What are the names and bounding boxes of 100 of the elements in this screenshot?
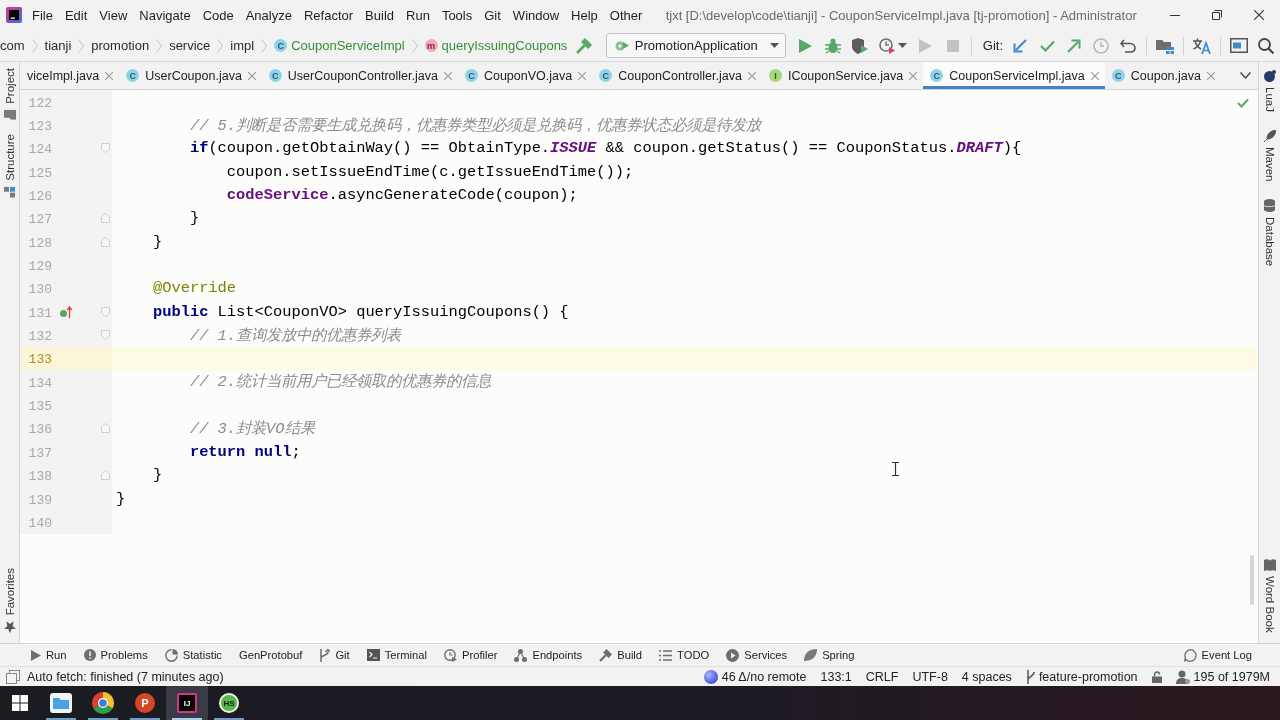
line-number: 133 bbox=[28, 352, 52, 368]
status-widget[interactable]: 133:1 bbox=[820, 669, 852, 684]
check-icon bbox=[1039, 39, 1055, 52]
breadcrumb-item[interactable]: promotion bbox=[91, 38, 150, 53]
menu-item[interactable]: Build bbox=[359, 4, 400, 26]
pie-chart-icon bbox=[164, 648, 178, 662]
tool-window-button[interactable]: Statistic bbox=[164, 648, 222, 662]
menu-item[interactable]: View bbox=[93, 4, 134, 26]
translate-icon bbox=[1193, 37, 1211, 54]
terminal-icon bbox=[366, 649, 380, 661]
browser-app-icon bbox=[92, 692, 114, 714]
editor-tab[interactable]: C CouponVO.java bbox=[457, 62, 593, 89]
breadcrumb-item[interactable]: com bbox=[0, 38, 25, 53]
database-icon bbox=[1264, 199, 1275, 213]
menu-item[interactable]: Tools bbox=[435, 4, 479, 26]
tool-window-button[interactable]: Project bbox=[3, 68, 16, 120]
tool-window-button[interactable]: Spring bbox=[804, 649, 855, 661]
menu-item[interactable]: File bbox=[26, 4, 59, 26]
scrollbar-thumb[interactable] bbox=[1250, 555, 1254, 605]
editor-tab[interactable]: C UserCoupon.java bbox=[119, 62, 262, 89]
line-number: 126 bbox=[28, 189, 52, 205]
editor-tab[interactable]: I ICouponService.java bbox=[761, 62, 924, 89]
menu-item[interactable]: Analyze bbox=[239, 4, 298, 26]
tool-window-button[interactable]: TODO bbox=[659, 649, 710, 661]
menu-item[interactable]: Refactor bbox=[297, 4, 360, 26]
git-label: Git: bbox=[982, 38, 1003, 53]
breadcrumb-item[interactable]: C CouponServiceImpl bbox=[274, 38, 405, 53]
editor-tab[interactable]: C Coupon.java bbox=[1104, 62, 1221, 89]
search-icon bbox=[1258, 37, 1274, 54]
close-icon bbox=[578, 71, 587, 80]
shield-play-icon bbox=[851, 37, 868, 54]
menu-item[interactable]: Navigate bbox=[133, 4, 197, 26]
planet-icon bbox=[1263, 70, 1276, 82]
lock-button[interactable] bbox=[1151, 670, 1162, 683]
hammer-icon bbox=[575, 37, 592, 54]
menu-item[interactable]: Code bbox=[196, 4, 240, 26]
editor-tab[interactable]: C CouponController.java bbox=[592, 62, 762, 89]
stop-icon bbox=[946, 39, 959, 52]
tool-window-button[interactable]: Profiler bbox=[444, 648, 498, 662]
taskbar-button[interactable]: IJ bbox=[166, 686, 208, 720]
taskbar-button[interactable]: HS bbox=[208, 686, 250, 720]
arrow-down-left-icon bbox=[1013, 38, 1027, 53]
tool-window-button[interactable]: Endpoints bbox=[514, 648, 583, 662]
tool-window-button[interactable]: Problems bbox=[83, 649, 148, 661]
close-icon bbox=[909, 71, 918, 80]
chevron-right-icon bbox=[411, 38, 418, 53]
tool-window-button[interactable]: Event Log bbox=[1183, 648, 1252, 662]
status-widget[interactable]: 195 of 1979M bbox=[1175, 669, 1270, 684]
ide-app-icon: IJ bbox=[177, 693, 197, 713]
clock-play-icon bbox=[878, 37, 895, 54]
tool-window-button[interactable]: LuaJ bbox=[1263, 70, 1276, 112]
line-number: 139 bbox=[28, 492, 52, 508]
editor-tab[interactable]: viceImpl.java bbox=[20, 62, 120, 89]
line-number: 136 bbox=[28, 422, 52, 438]
text-cursor-icon bbox=[892, 462, 899, 476]
code-line: } bbox=[152, 232, 163, 251]
editor-tab[interactable]: C CouponServiceImpl.java bbox=[923, 62, 1105, 89]
code-line: return null; bbox=[189, 442, 301, 461]
line-number: 132 bbox=[28, 329, 52, 345]
tool-window-button[interactable]: Git bbox=[319, 648, 350, 662]
chevron-right-icon bbox=[156, 38, 163, 53]
status-widget[interactable]: UTF-8 bbox=[912, 669, 948, 684]
class-badge-icon: C bbox=[464, 69, 478, 82]
menu-item[interactable]: Git bbox=[478, 4, 507, 26]
tool-window-button[interactable]: Database bbox=[1263, 199, 1276, 267]
tool-window-button[interactable]: Word Book bbox=[1263, 559, 1276, 633]
status-widget[interactable]: feature-promotion bbox=[1025, 669, 1138, 684]
alert-circle-icon bbox=[83, 649, 96, 661]
branch-icon bbox=[319, 648, 331, 662]
tool-window-button[interactable]: Maven bbox=[1263, 129, 1276, 182]
tool-window-button[interactable]: Structure bbox=[3, 133, 16, 198]
gear-play-icon bbox=[614, 39, 629, 52]
line-number: 137 bbox=[28, 445, 52, 461]
tool-window-button[interactable]: Favorites bbox=[3, 567, 16, 633]
breadcrumb-item[interactable]: service bbox=[169, 38, 211, 53]
menu-item[interactable]: Window bbox=[506, 4, 566, 26]
hammer-icon bbox=[599, 648, 613, 662]
status-widget[interactable]: CRLF bbox=[865, 669, 899, 684]
breadcrumb-item[interactable]: m queryIssuingCoupons bbox=[424, 38, 568, 53]
menu-item[interactable]: Run bbox=[400, 4, 436, 26]
status-widget[interactable]: 4 spaces bbox=[961, 669, 1012, 684]
menu-item[interactable]: Other bbox=[603, 4, 649, 26]
close-icon bbox=[105, 71, 114, 80]
tool-window-button[interactable]: Services bbox=[726, 648, 788, 662]
status-widget[interactable]: 46 Δ/no remote bbox=[703, 669, 807, 684]
tool-window-button[interactable]: Build bbox=[599, 648, 643, 662]
close-icon bbox=[247, 71, 256, 80]
editor-tab[interactable]: C UserCouponController.java bbox=[261, 62, 458, 89]
breadcrumb-item[interactable]: tianji bbox=[44, 38, 72, 53]
run-config-dropdown[interactable]: PromotionApplication bbox=[605, 33, 786, 58]
speech-bubble-icon bbox=[1183, 648, 1197, 662]
close-icon bbox=[443, 71, 452, 80]
tool-window-button[interactable]: Terminal bbox=[366, 649, 427, 661]
tool-window-button[interactable]: Run bbox=[31, 649, 67, 661]
tool-window-button[interactable]: GenProtobuf bbox=[238, 649, 303, 661]
menu-item[interactable]: Help bbox=[565, 4, 604, 26]
menu-item[interactable]: Edit bbox=[58, 4, 94, 26]
taskbar-button[interactable]: P bbox=[124, 686, 166, 720]
breadcrumb-item[interactable]: impl bbox=[230, 38, 255, 53]
folder-grid-icon bbox=[1156, 37, 1174, 54]
